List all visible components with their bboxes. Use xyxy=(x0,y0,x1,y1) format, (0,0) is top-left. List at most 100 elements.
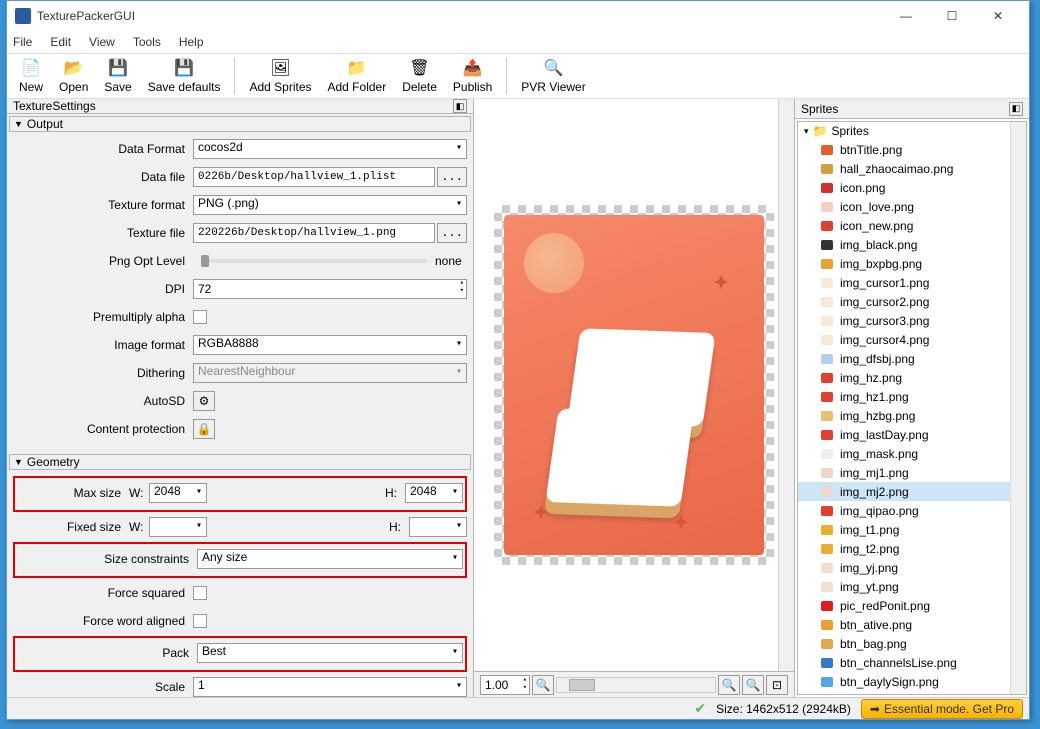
fixed-height-select[interactable] xyxy=(409,517,467,537)
toolbar-pvr-viewer-button[interactable]: 🔍PVR Viewer xyxy=(515,56,591,96)
dock-toggle-icon[interactable]: ◧ xyxy=(1009,102,1023,116)
delete-icon: 🗑 xyxy=(410,58,430,78)
toolbar-add-sprites-button[interactable]: 🖼Add Sprites xyxy=(243,56,317,96)
menu-view[interactable]: View xyxy=(89,35,115,49)
sprite-item[interactable]: icon_love.png xyxy=(798,197,1026,216)
window-maximize[interactable]: ☐ xyxy=(929,1,975,31)
size-constraints-select[interactable]: Any size xyxy=(197,549,463,569)
sprite-thumb-icon xyxy=(820,466,834,480)
sprite-item[interactable]: img_hz.png xyxy=(798,368,1026,387)
sprite-item[interactable]: img_cursor3.png xyxy=(798,311,1026,330)
texture-file-input[interactable] xyxy=(193,223,435,243)
toolbar-label: Open xyxy=(59,80,88,94)
data-file-input[interactable] xyxy=(193,167,435,187)
toolbar-label: PVR Viewer xyxy=(521,80,585,94)
sprite-thumb-icon xyxy=(820,580,834,594)
toolbar-label: Delete xyxy=(402,80,437,94)
menu-edit[interactable]: Edit xyxy=(50,35,71,49)
dock-toggle-icon[interactable]: ◧ xyxy=(453,99,467,113)
pack-select[interactable]: Best xyxy=(197,643,463,663)
toolbar-save-button[interactable]: 💾Save xyxy=(98,56,137,96)
image-format-select[interactable]: RGBA8888 xyxy=(193,335,467,355)
menu-help[interactable]: Help xyxy=(179,35,204,49)
preview-vscroll[interactable] xyxy=(778,99,794,671)
toolbar-publish-button[interactable]: 📤Publish xyxy=(447,56,498,96)
sprite-item[interactable]: img_dfsbj.png xyxy=(798,349,1026,368)
sprite-item[interactable]: img_black.png xyxy=(798,235,1026,254)
sprite-list-vscroll[interactable] xyxy=(1010,122,1026,694)
zoom-spinner[interactable]: 1.00 xyxy=(480,675,530,695)
sprite-name: img_t1.png xyxy=(840,523,899,537)
geometry-section-header[interactable]: ▼ Geometry xyxy=(9,454,471,470)
sprite-item[interactable]: btnTitle.png xyxy=(798,140,1026,159)
scale-select[interactable]: 1 xyxy=(193,677,467,697)
sprite-item[interactable]: pic_redPonit.png xyxy=(798,596,1026,615)
settings-panel-header: TextureSettings ◧ xyxy=(7,99,473,114)
sprite-item[interactable]: img_yt.png xyxy=(798,577,1026,596)
sprite-item[interactable]: img_qipao.png xyxy=(798,501,1026,520)
sprite-item[interactable]: img_cursor1.png xyxy=(798,273,1026,292)
toolbar-save-defaults-button[interactable]: 💾Save defaults xyxy=(142,56,227,96)
zoom-out-button[interactable]: 🔍 xyxy=(532,675,554,695)
dpi-spinner[interactable]: 72 xyxy=(193,279,467,299)
sprite-item[interactable]: img_t2.png xyxy=(798,539,1026,558)
sprite-root[interactable]: ▾ 📁 Sprites xyxy=(798,122,1026,140)
sprite-item[interactable]: img_mj2.png xyxy=(798,482,1026,501)
premultiply-checkbox[interactable] xyxy=(193,310,207,324)
texture-format-select[interactable]: PNG (.png) xyxy=(193,195,467,215)
toolbar-new-button[interactable]: 📄New xyxy=(13,56,49,96)
sprite-item[interactable]: img_yj.png xyxy=(798,558,1026,577)
fixed-width-select[interactable] xyxy=(149,517,207,537)
texture-file-browse-button[interactable]: ... xyxy=(437,223,467,243)
force-squared-checkbox[interactable] xyxy=(193,586,207,600)
sprite-item[interactable]: btn_ative.png xyxy=(798,615,1026,634)
sprite-item[interactable]: btn_channelsLise.png xyxy=(798,653,1026,672)
window-minimize[interactable]: — xyxy=(883,1,929,31)
png-opt-slider[interactable] xyxy=(201,259,427,263)
sprite-item[interactable]: btn_daylySign.png xyxy=(798,672,1026,691)
preview-area[interactable] xyxy=(474,99,794,671)
sprite-thumb-icon xyxy=(820,390,834,404)
content-protection-button[interactable]: 🔒 xyxy=(193,419,215,439)
sprite-item[interactable]: img_t1.png xyxy=(798,520,1026,539)
sprite-item[interactable]: img_cursor4.png xyxy=(798,330,1026,349)
zoom-scrollbar[interactable] xyxy=(556,677,716,693)
sprite-item[interactable]: img_mask.png xyxy=(798,444,1026,463)
window-close[interactable]: ✕ xyxy=(975,1,1021,31)
sprite-thumb-icon xyxy=(820,181,834,195)
sprite-item[interactable]: img_hz1.png xyxy=(798,387,1026,406)
zoom-actual-button[interactable]: ⊡ xyxy=(766,675,788,695)
sprite-item[interactable]: icon.png xyxy=(798,178,1026,197)
sprite-list[interactable]: ▾ 📁 Sprites btnTitle.pnghall_zhaocaimao.… xyxy=(797,121,1027,695)
toolbar-add-folder-button[interactable]: 📁Add Folder xyxy=(322,56,393,96)
sprite-item[interactable]: btn_bag.png xyxy=(798,634,1026,653)
sprite-item[interactable]: img_mj1.png xyxy=(798,463,1026,482)
sprite-item[interactable]: icon_new.png xyxy=(798,216,1026,235)
force-word-aligned-checkbox[interactable] xyxy=(193,614,207,628)
toolbar-open-button[interactable]: 📂Open xyxy=(53,56,94,96)
sprite-thumb-icon xyxy=(820,504,834,518)
autosd-button[interactable]: ⚙ xyxy=(193,391,215,411)
max-width-select[interactable]: 2048 xyxy=(149,483,207,503)
scale-label: Scale xyxy=(13,680,193,694)
menu-tools[interactable]: Tools xyxy=(133,35,161,49)
promo-button[interactable]: ➡ Essential mode. Get Pro xyxy=(861,699,1023,719)
dithering-select[interactable]: NearestNeighbour xyxy=(193,363,467,383)
zoom-in-button[interactable]: 🔍 xyxy=(718,675,740,695)
sprite-item[interactable]: img_lastDay.png xyxy=(798,425,1026,444)
max-height-select[interactable]: 2048 xyxy=(405,483,463,503)
menu-file[interactable]: File xyxy=(13,35,32,49)
data-format-select[interactable]: cocos2d xyxy=(193,139,467,159)
data-file-browse-button[interactable]: ... xyxy=(437,167,467,187)
output-section-header[interactable]: ▼ Output xyxy=(9,116,471,132)
toolbar-delete-button[interactable]: 🗑 Delete xyxy=(396,56,443,96)
zoom-fit-button[interactable]: 🔍 xyxy=(742,675,764,695)
h-label: H: xyxy=(389,520,409,534)
sprite-item[interactable]: img_hzbg.png xyxy=(798,406,1026,425)
zoom-bar: 1.00 🔍 🔍 🔍 ⊡ xyxy=(474,671,794,697)
sprite-item[interactable]: img_cursor2.png xyxy=(798,292,1026,311)
app-icon xyxy=(15,8,31,24)
sprite-item[interactable]: hall_zhaocaimao.png xyxy=(798,159,1026,178)
sprite-item[interactable]: img_bxpbg.png xyxy=(798,254,1026,273)
zoom-out-icon: 🔍 xyxy=(536,678,551,692)
